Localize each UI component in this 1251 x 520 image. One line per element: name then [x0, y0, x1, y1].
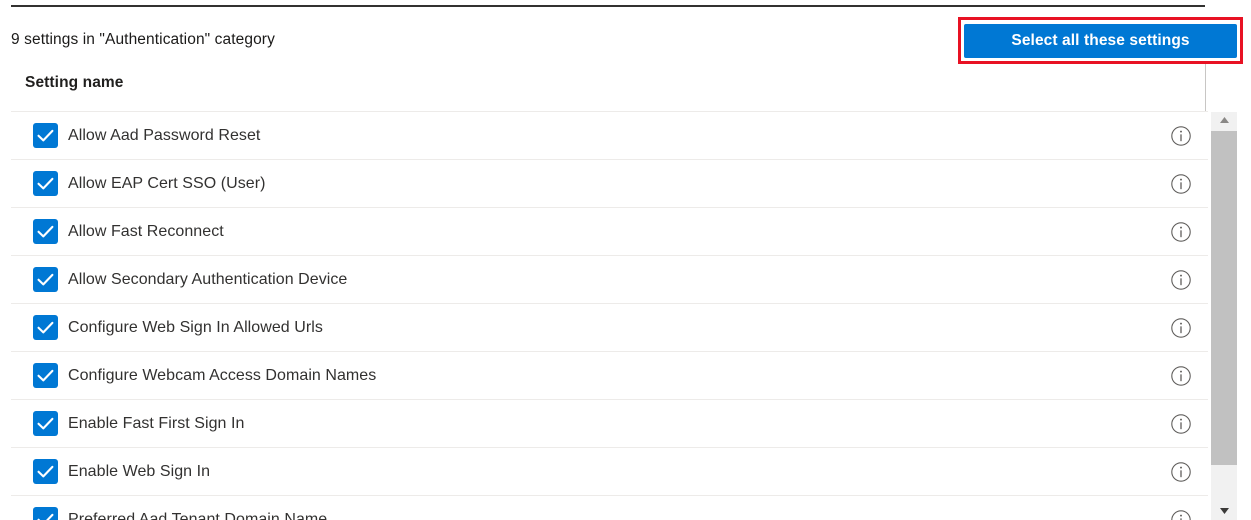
setting-checkbox[interactable] — [33, 267, 58, 292]
info-icon[interactable] — [1170, 125, 1192, 147]
setting-checkbox[interactable] — [33, 123, 58, 148]
table-row[interactable]: Preferred Aad Tenant Domain Name — [11, 496, 1208, 520]
settings-count-summary: 9 settings in "Authentication" category — [11, 31, 275, 48]
annotation-highlight-box — [958, 17, 1243, 64]
setting-name-label: Allow Fast Reconnect — [68, 223, 224, 240]
scrollbar-thumb[interactable] — [1211, 131, 1237, 465]
setting-checkbox[interactable] — [33, 411, 58, 436]
settings-list: Allow Aad Password Reset Allow EAP Cert S… — [11, 112, 1208, 520]
info-icon[interactable] — [1170, 317, 1192, 339]
setting-checkbox[interactable] — [33, 315, 58, 340]
table-row[interactable]: Enable Fast First Sign In — [11, 400, 1208, 448]
table-row[interactable]: Allow Fast Reconnect — [11, 208, 1208, 256]
info-icon[interactable] — [1170, 269, 1192, 291]
table-row[interactable]: Allow Aad Password Reset — [11, 112, 1208, 160]
info-icon[interactable] — [1170, 365, 1192, 387]
info-icon[interactable] — [1170, 509, 1192, 520]
scroll-up-arrow-icon[interactable] — [1211, 112, 1237, 129]
setting-name-label: Configure Web Sign In Allowed Urls — [68, 319, 323, 336]
setting-name-label: Enable Web Sign In — [68, 463, 211, 480]
setting-name-label: Enable Fast First Sign In — [68, 415, 245, 432]
settings-list-scrollbar[interactable] — [1211, 112, 1237, 520]
table-row[interactable]: Configure Web Sign In Allowed Urls — [11, 304, 1208, 352]
setting-name-label: Allow EAP Cert SSO (User) — [68, 175, 266, 192]
setting-checkbox[interactable] — [33, 171, 58, 196]
setting-name-label: Allow Aad Password Reset — [68, 127, 261, 144]
setting-checkbox[interactable] — [33, 507, 58, 520]
table-row[interactable]: Configure Webcam Access Domain Names — [11, 352, 1208, 400]
setting-name-label: Configure Webcam Access Domain Names — [68, 367, 377, 384]
setting-checkbox[interactable] — [33, 459, 58, 484]
panel-top-divider — [11, 5, 1205, 7]
setting-name-label: Preferred Aad Tenant Domain Name — [68, 511, 328, 520]
info-icon[interactable] — [1170, 173, 1192, 195]
scroll-down-arrow-icon[interactable] — [1211, 503, 1237, 520]
table-row[interactable]: Allow EAP Cert SSO (User) — [11, 160, 1208, 208]
settings-picker-panel: 9 settings in "Authentication" category … — [0, 0, 1251, 520]
annotation-connector-line — [1205, 64, 1206, 112]
table-row[interactable]: Enable Web Sign In — [11, 448, 1208, 496]
setting-name-label: Allow Secondary Authentication Device — [68, 271, 348, 288]
info-icon[interactable] — [1170, 221, 1192, 243]
setting-checkbox[interactable] — [33, 219, 58, 244]
table-row[interactable]: Allow Secondary Authentication Device — [11, 256, 1208, 304]
setting-checkbox[interactable] — [33, 363, 58, 388]
info-icon[interactable] — [1170, 461, 1192, 483]
info-icon[interactable] — [1170, 413, 1192, 435]
column-header-setting-name: Setting name — [25, 74, 124, 91]
